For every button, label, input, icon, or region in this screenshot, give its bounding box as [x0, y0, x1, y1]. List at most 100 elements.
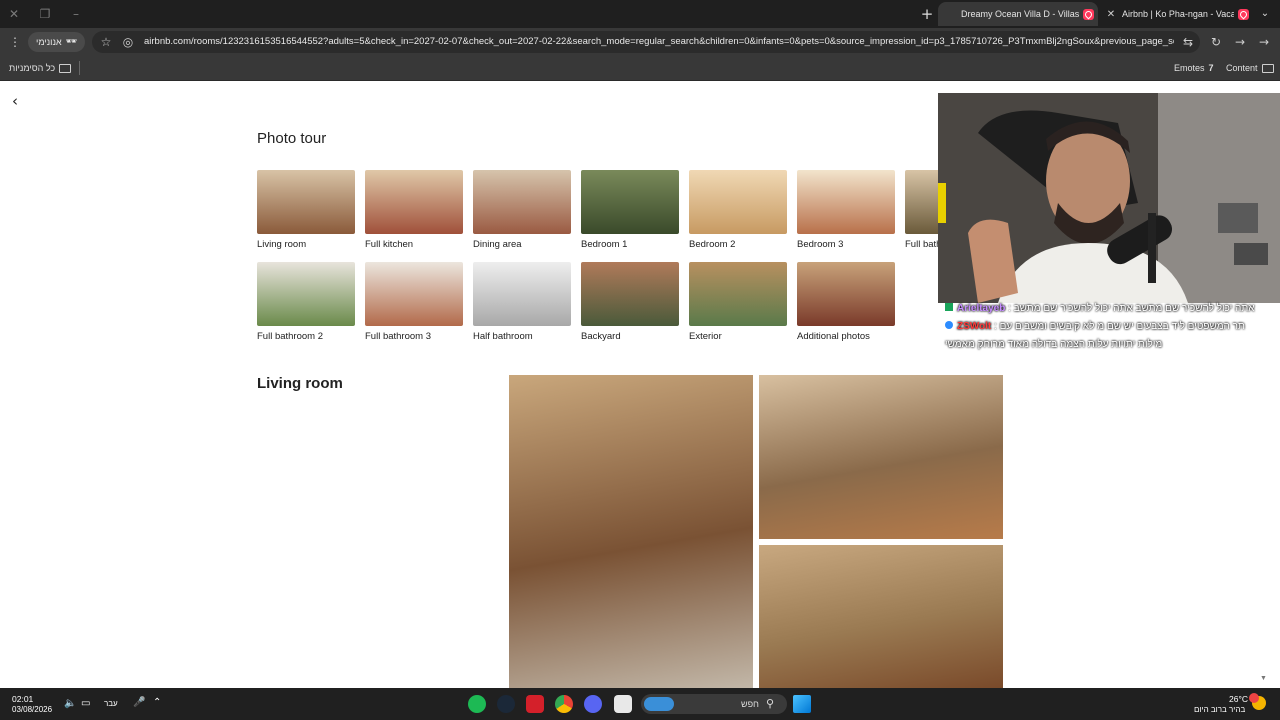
chat-text: תר המשפטים ליד בצבעים יש שם מ לא קיבשים … — [999, 321, 1245, 332]
back-chevron-icon[interactable]: ‹ — [12, 93, 28, 109]
chat-badge-icon — [945, 303, 953, 311]
bookmark-content-folder[interactable]: Content — [1226, 60, 1274, 76]
chat-message: ZSWolt : תר המשפטים ליד בצבעים יש שם מ ל… — [945, 321, 1245, 332]
chat-username: ZSWolt — [957, 321, 992, 332]
clock-date[interactable]: 03/08/2026 — [12, 705, 52, 714]
browser-menu-icon[interactable]: ⋮ — [7, 34, 23, 50]
thumbnail-image[interactable] — [257, 170, 355, 234]
photo-tour-thumbnail[interactable]: Full bathroom 3 — [365, 262, 463, 342]
hidden-icons-chevron-icon[interactable]: ⌃ — [153, 697, 161, 708]
airbnb-favicon-icon — [1238, 8, 1249, 20]
webcam-figure — [938, 93, 1280, 303]
bookmark-label: Emotes — [1174, 63, 1205, 73]
address-bar[interactable]: ☆ ◎ airbnb.com/rooms/1232316153516544552… — [92, 31, 1200, 53]
discord-icon[interactable] — [584, 695, 602, 713]
weather-description[interactable]: בהיר ברוב היום — [1194, 705, 1245, 714]
weather-temperature[interactable]: 26°C — [1229, 694, 1248, 704]
streamer-webcam-overlay — [938, 93, 1280, 303]
app-icon[interactable] — [526, 695, 544, 713]
chat-text: אתה יכול להשכיר שם מתשב אתה יכול להשכיר … — [1013, 303, 1255, 314]
photo-tour-thumbnail[interactable]: Backyard — [581, 262, 679, 342]
tab-airbnb-ko-phangan[interactable]: ✕ Airbnb | Ko Pha-ngan - Vacation Rental… — [1100, 2, 1252, 26]
scroll-down-arrow-icon[interactable]: ▼ — [1260, 675, 1267, 682]
thumbnail-image[interactable] — [689, 170, 787, 234]
all-bookmarks-button[interactable]: כל הסימניות — [9, 60, 72, 76]
reload-icon[interactable]: ↻ — [1208, 34, 1224, 50]
taskbar-search-box[interactable]: חפש ⚲ — [641, 694, 787, 714]
chrome-icon[interactable] — [555, 695, 573, 713]
thumbnail-image[interactable] — [581, 262, 679, 326]
thumbnail-label: Living room — [257, 239, 307, 250]
thumbnail-image[interactable] — [689, 262, 787, 326]
thumbnail-label: Additional photos — [797, 331, 870, 342]
section-title: Living room — [257, 375, 343, 392]
tab-title: Airbnb | Ko Pha-ngan - Vacation Rentals — [1122, 9, 1234, 19]
window-restore-icon[interactable]: ❐ — [37, 6, 53, 22]
network-icon[interactable]: ▭ — [81, 698, 90, 709]
thumbnail-image[interactable] — [257, 262, 355, 326]
search-icon: ⚲ — [766, 697, 775, 710]
chat-text: מילות יתויות עלות הצמה בדולה מאוד מרוחק … — [945, 339, 1163, 350]
windows-start-icon[interactable] — [793, 695, 811, 713]
search-highlight-icon — [644, 697, 674, 711]
window-close-icon[interactable]: ✕ — [6, 6, 22, 22]
forward-arrow-icon[interactable]: → — [1232, 34, 1248, 50]
photo-tour-thumbnail[interactable]: Exterior — [689, 262, 787, 342]
search-placeholder: חפש — [741, 699, 759, 709]
thumbnail-image[interactable] — [797, 262, 895, 326]
thumbnail-image[interactable] — [473, 262, 571, 326]
notification-badge-icon — [1249, 693, 1259, 703]
clock-time[interactable]: 02:01 — [12, 694, 33, 704]
thumbnail-label: Full kitchen — [365, 239, 414, 250]
thumbnail-image[interactable] — [365, 170, 463, 234]
all-bookmarks-label: כל הסימניות — [9, 63, 56, 73]
incognito-badge[interactable]: אנונימי 🕶 — [28, 32, 86, 52]
living-room-photo-large[interactable] — [509, 375, 753, 688]
volume-icon[interactable]: 🔈 — [64, 698, 76, 709]
url-text[interactable]: airbnb.com/rooms/1232316153516544552?adu… — [144, 31, 1174, 53]
tab-dreamy-ocean-villa[interactable]: Dreamy Ocean Villa D - Villas for Rent — [938, 2, 1098, 26]
microphone-icon[interactable]: 🎤 — [133, 697, 145, 708]
tab-title: Dreamy Ocean Villa D - Villas for Rent — [961, 9, 1079, 19]
window-minimize-icon[interactable]: – — [68, 6, 84, 22]
thumbnail-image[interactable] — [581, 170, 679, 234]
tab-search-chevron-icon[interactable]: ⌄ — [1257, 6, 1273, 22]
new-tab-icon[interactable]: + — [918, 5, 936, 23]
page-tools-icon[interactable]: ⇆ — [1180, 34, 1196, 50]
photo-tour-thumbnail[interactable]: Additional photos — [797, 262, 895, 342]
eye-slash-icon[interactable]: ◎ — [120, 34, 136, 50]
airbnb-favicon-icon — [1083, 8, 1094, 20]
chat-message: מילות יתויות עלות הצמה בדולה מאוד מרוחק … — [945, 339, 1162, 350]
thumbnail-image[interactable] — [365, 262, 463, 326]
windows-taskbar: 02:01 03/08/2026 🔈 ▭ עבר 🎤 ⌃ חפש ⚲ 26°C … — [0, 688, 1280, 720]
photo-tour-thumbnail[interactable]: Bedroom 1 — [581, 170, 679, 250]
photo-tour-thumbnail[interactable]: Bedroom 2 — [689, 170, 787, 250]
photo-tour-thumbnail[interactable]: Full bathroom 2 — [257, 262, 355, 342]
bookmarks-bar: כל הסימניות Emotes 7 Content — [0, 56, 1280, 81]
folder-icon — [1261, 63, 1274, 73]
steam-icon[interactable] — [497, 695, 515, 713]
bookmark-emotes[interactable]: Emotes 7 — [1174, 60, 1214, 76]
photo-tour-thumbnail[interactable]: Half bathroom — [473, 262, 571, 342]
chat-message: Arieltayeb : אתה יכול להשכיר שם מתשב אתה… — [945, 303, 1255, 314]
tab-close-icon[interactable]: ✕ — [1104, 9, 1118, 20]
bookmark-star-icon[interactable]: ☆ — [98, 34, 114, 50]
thumbnail-image[interactable] — [797, 170, 895, 234]
browser-tab-bar: ✕ ❐ – + Dreamy Ocean Villa D - Villas fo… — [0, 0, 1280, 28]
incognito-label: אנונימי — [36, 37, 62, 47]
chat-username: Arieltayeb — [957, 303, 1006, 314]
spotify-icon[interactable] — [468, 695, 486, 713]
thumbnail-label: Bedroom 3 — [797, 239, 844, 250]
thumbnail-image[interactable] — [473, 170, 571, 234]
photo-tour-thumbnail[interactable]: Dining area — [473, 170, 571, 250]
back-arrow-icon[interactable]: → — [1256, 34, 1272, 50]
living-room-photo-bottom-right[interactable] — [759, 545, 1003, 688]
file-explorer-icon[interactable] — [614, 695, 632, 713]
thumbnail-label: Half bathroom — [473, 331, 533, 342]
living-room-photo-top-right[interactable] — [759, 375, 1003, 539]
photo-tour-thumbnail[interactable]: Bedroom 3 — [797, 170, 895, 250]
photo-tour-thumbnail[interactable]: Living room — [257, 170, 355, 250]
language-indicator[interactable]: עבר — [104, 699, 118, 708]
thumbnail-label: Bedroom 1 — [581, 239, 628, 250]
photo-tour-thumbnail[interactable]: Full kitchen — [365, 170, 463, 250]
